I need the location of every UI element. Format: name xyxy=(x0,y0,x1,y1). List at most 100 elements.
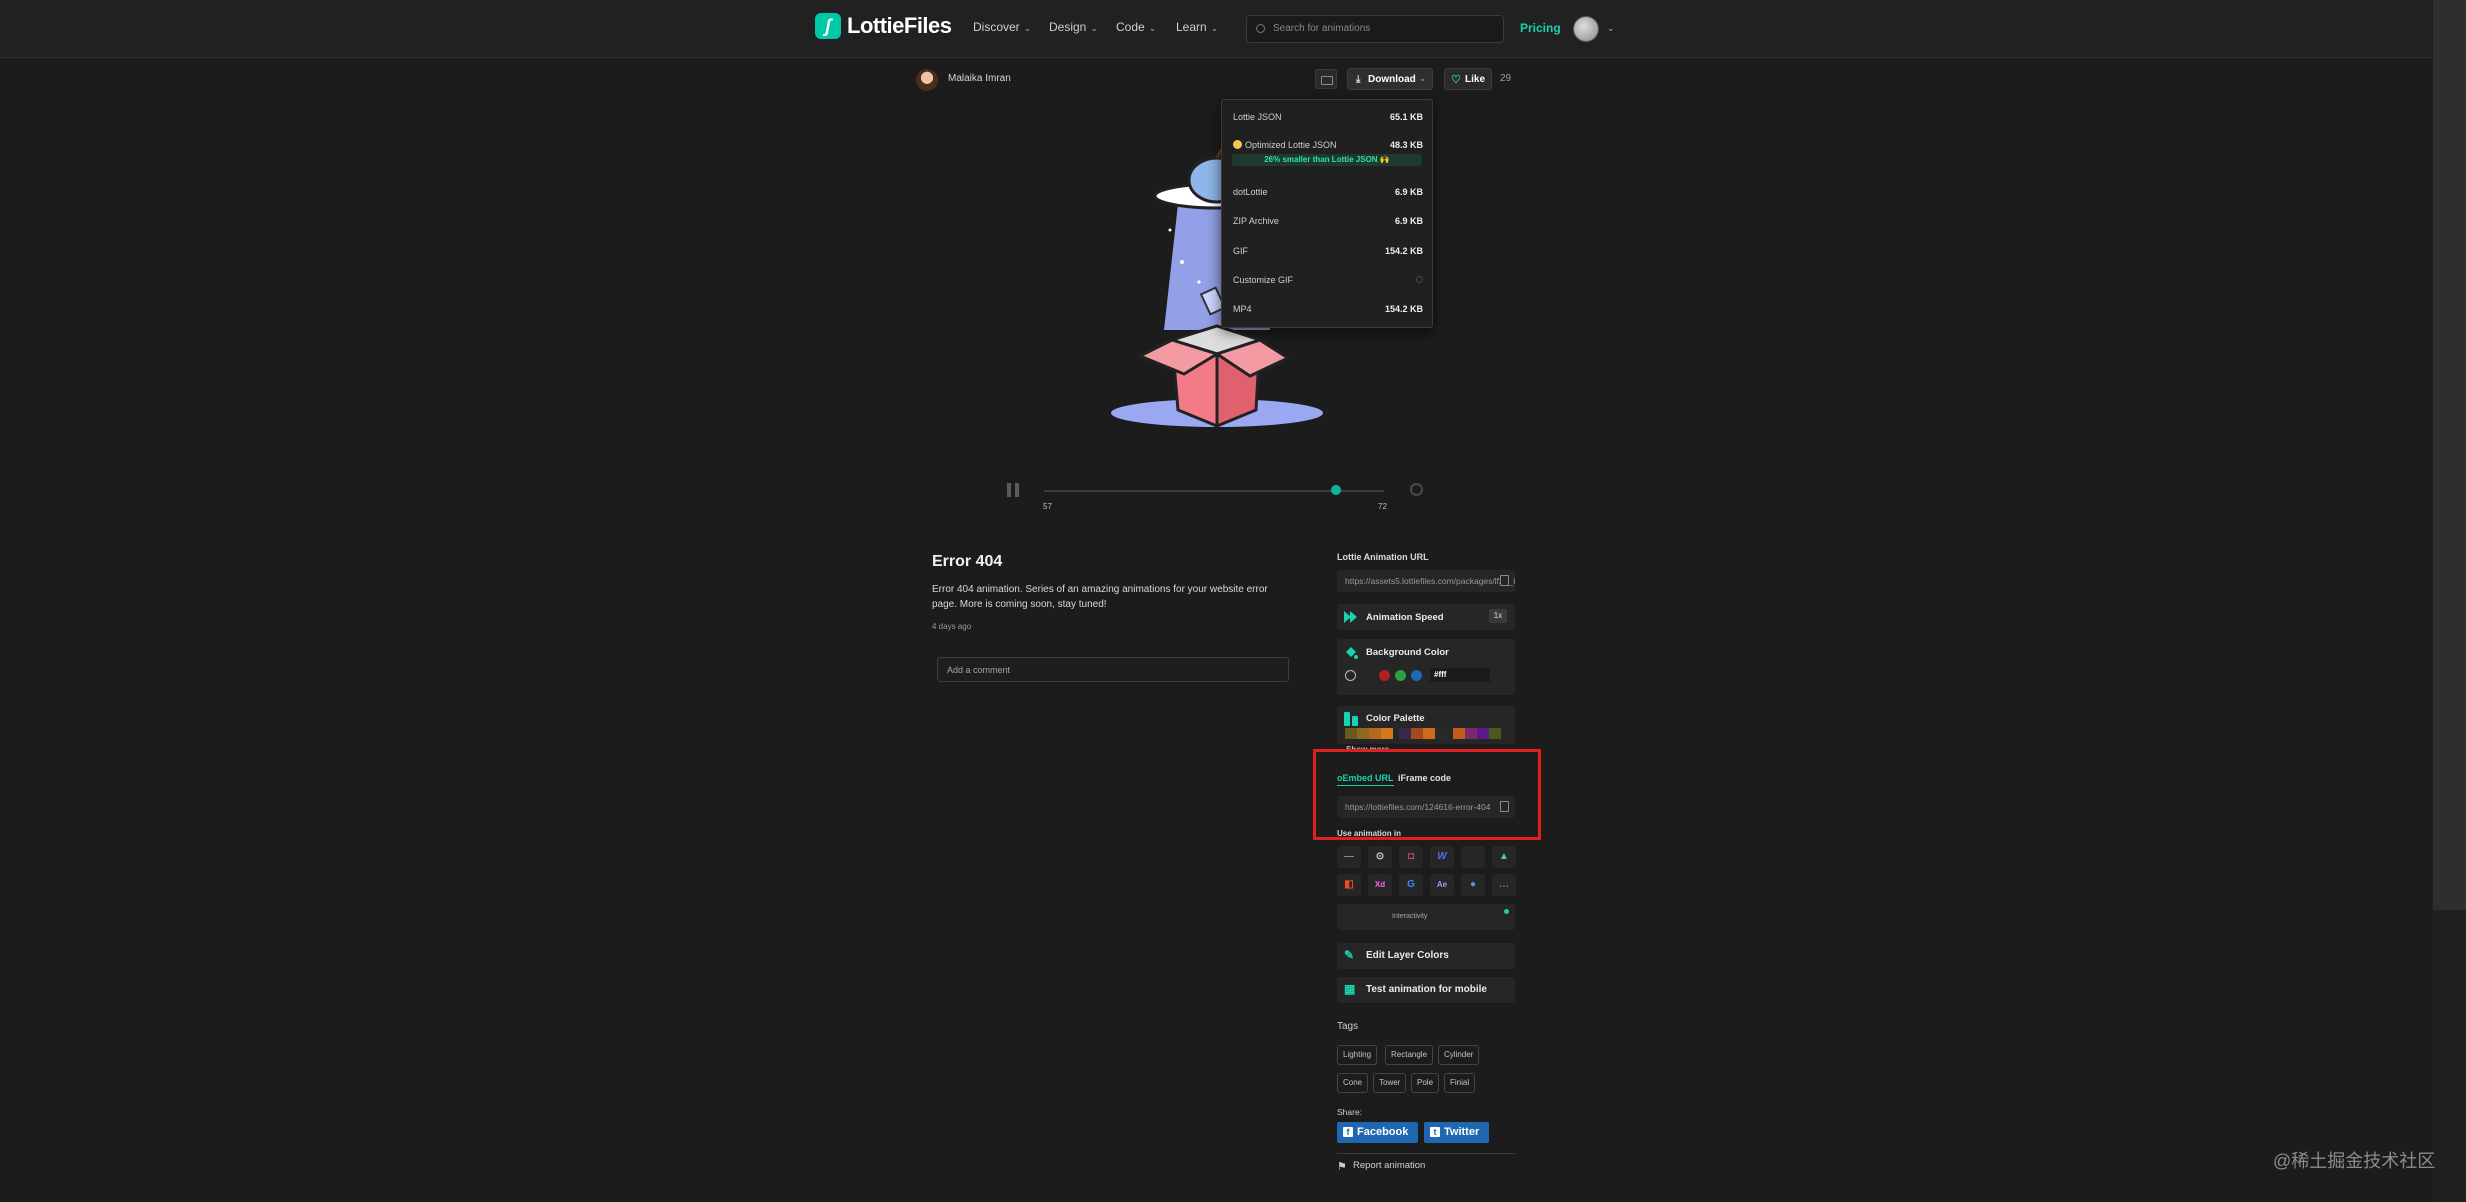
scrollbar-thumb[interactable] xyxy=(2433,0,2466,910)
tag-chip[interactable]: Lighting xyxy=(1337,1045,1378,1065)
hex-color-input[interactable]: #fff xyxy=(1430,668,1490,682)
optimized-savings-note: 26% smaller than Lottie JSON 🙌 xyxy=(1232,154,1422,166)
tag-chip[interactable]: Cylinder xyxy=(1438,1045,1480,1065)
edit-layer-colors-button[interactable]: ✎ Edit Layer Colors xyxy=(1337,943,1515,969)
pricing-link[interactable]: Pricing xyxy=(1520,21,1561,35)
palette-color-swatch[interactable] xyxy=(1453,728,1465,739)
integration-android-icon[interactable]: ▲ xyxy=(1492,846,1516,868)
palette-color-swatch[interactable] xyxy=(1381,728,1393,739)
tag-chip[interactable]: Cone xyxy=(1337,1073,1369,1093)
palette-color-swatch[interactable] xyxy=(1435,728,1447,739)
report-animation-link[interactable]: ⚑ Report animation xyxy=(1337,1160,1425,1173)
use-animation-in-label: Use animation in xyxy=(1337,829,1402,838)
search-input[interactable]: Search for animations xyxy=(1246,15,1504,43)
nav-discover[interactable]: Discover ⌄ xyxy=(973,20,1031,34)
integration-figma-icon[interactable]: ◧ xyxy=(1337,874,1361,896)
palette-icon xyxy=(1344,712,1358,726)
transparent-color-swatch[interactable] xyxy=(1345,670,1356,681)
pause-icon[interactable] xyxy=(1007,483,1019,497)
comment-input[interactable]: Add a comment xyxy=(937,657,1289,682)
speed-icon xyxy=(1344,611,1357,623)
scrubber-handle[interactable] xyxy=(1331,485,1342,495)
tags-label: Tags xyxy=(1337,1021,1359,1032)
posted-time: 4 days ago xyxy=(932,622,972,631)
download-option-customize-gif[interactable]: Customize GIF xyxy=(1233,275,1423,285)
lottie-url-label: Lottie Animation URL xyxy=(1337,552,1429,562)
interactivity-panel[interactable]: Interactivity xyxy=(1337,904,1515,930)
animation-speed-panel[interactable]: Animation Speed 1x xyxy=(1337,604,1515,630)
lottiefiles-logo-icon: ʃ xyxy=(815,13,841,39)
twitter-icon: t xyxy=(1430,1127,1440,1137)
download-option-zip[interactable]: ZIP Archive 6.9 KB xyxy=(1233,216,1423,226)
flag-icon: ⚑ xyxy=(1337,1161,1347,1173)
download-button[interactable]: ⤓ Download ⌄ xyxy=(1347,68,1433,90)
integration-wordpress-icon[interactable]: W xyxy=(1430,846,1454,868)
palette-color-swatch[interactable] xyxy=(1369,728,1381,739)
like-button[interactable]: ♡ Like xyxy=(1444,68,1492,90)
speed-value[interactable]: 1x xyxy=(1489,609,1507,623)
download-option-lottie-json[interactable]: Lottie JSON 65.1 KB xyxy=(1233,112,1423,122)
palette-color-swatch[interactable] xyxy=(1465,728,1477,739)
animation-title: Error 404 xyxy=(932,553,1003,570)
optimized-badge-icon xyxy=(1233,140,1242,149)
palette-color-swatch[interactable] xyxy=(1345,728,1357,739)
author-name[interactable]: Malaika Imran xyxy=(948,73,1011,84)
color-palette-panel: Color Palette xyxy=(1337,706,1515,744)
animation-description: Error 404 animation. Series of an amazin… xyxy=(932,584,1268,610)
color-swatch-red[interactable] xyxy=(1379,670,1390,681)
like-count: 29 xyxy=(1500,73,1512,84)
palette-color-swatch[interactable] xyxy=(1489,728,1501,739)
download-option-gif[interactable]: GIF 154.2 KB xyxy=(1233,246,1423,256)
download-option-dotlottie[interactable]: dotLottie 6.9 KB xyxy=(1233,187,1423,197)
start-frame: 57 xyxy=(1043,502,1052,511)
palette-color-swatch[interactable] xyxy=(1423,728,1435,739)
background-color-panel: Background Color #fff xyxy=(1337,639,1515,695)
more-integrations-icon[interactable]: … xyxy=(1492,874,1516,896)
palette-color-swatch[interactable] xyxy=(1477,728,1489,739)
user-avatar[interactable] xyxy=(1573,16,1599,42)
color-swatch-blue[interactable] xyxy=(1411,670,1422,681)
palette-color-swatch[interactable] xyxy=(1399,728,1411,739)
color-swatch-green[interactable] xyxy=(1395,670,1406,681)
tag-chip[interactable]: Tower xyxy=(1373,1073,1407,1093)
download-option-optimized-json[interactable]: Optimized Lottie JSON 48.3 KB xyxy=(1233,140,1423,150)
tag-chip[interactable]: Finial xyxy=(1444,1073,1476,1093)
author-avatar[interactable] xyxy=(916,69,938,91)
test-on-mobile-button[interactable]: ▦ Test animation for mobile xyxy=(1337,977,1515,1003)
download-option-mp4[interactable]: MP4 154.2 KB xyxy=(1233,304,1423,314)
tag-chip[interactable]: Rectangle xyxy=(1385,1045,1434,1065)
download-dropdown: Lottie JSON 65.1 KB Optimized Lottie JSON… xyxy=(1221,99,1433,328)
watermark: @稀土掘金技术社区 xyxy=(2273,1151,2436,1171)
chevron-down-icon: ⌄ xyxy=(1023,23,1032,33)
integration-after-effects-icon[interactable]: Ae xyxy=(1430,874,1454,896)
nav-code[interactable]: Code ⌄ xyxy=(1116,20,1156,34)
lottie-url-field[interactable]: https://assets5.lottiefiles.com/packages… xyxy=(1337,570,1515,592)
tag-chip[interactable]: Pole xyxy=(1411,1073,1440,1093)
nav-learn[interactable]: Learn ⌄ xyxy=(1176,20,1218,34)
loop-icon[interactable] xyxy=(1410,483,1423,496)
lottiefiles-logo[interactable]: ʃ LottieFiles xyxy=(815,13,952,39)
chevron-down-icon: ⌄ xyxy=(1210,23,1219,33)
integration-generic-icon[interactable]: — xyxy=(1337,846,1361,868)
pencil-icon: ✎ xyxy=(1344,948,1355,962)
integration-framer-icon[interactable]: ◘ xyxy=(1399,846,1423,868)
chevron-down-icon[interactable]: ⌄ xyxy=(1607,23,1615,34)
interactivity-label: Interactivity xyxy=(1392,913,1428,920)
palette-color-swatch[interactable] xyxy=(1411,728,1423,739)
download-icon: ⤓ xyxy=(1356,74,1361,85)
integration-apple-icon[interactable] xyxy=(1461,846,1485,868)
palette-color-swatch[interactable] xyxy=(1357,728,1369,739)
integration-other-icon[interactable]: ● xyxy=(1461,874,1485,896)
loading-icon xyxy=(1416,276,1423,283)
nav-design[interactable]: Design ⌄ xyxy=(1049,20,1098,34)
integration-xd-icon[interactable]: Xd xyxy=(1368,874,1392,896)
copy-icon[interactable] xyxy=(1500,575,1509,586)
integration-google-icon[interactable]: G xyxy=(1399,874,1423,896)
integration-webflow-icon[interactable]: ⊙ xyxy=(1368,846,1392,868)
share-twitter-button[interactable]: t Twitter xyxy=(1424,1122,1489,1143)
share-facebook-button[interactable]: f Facebook xyxy=(1337,1122,1418,1143)
paint-bucket-icon xyxy=(1346,647,1358,659)
save-to-folder-button[interactable] xyxy=(1315,69,1337,89)
heart-icon: ♡ xyxy=(1451,74,1461,86)
new-badge-dot xyxy=(1504,909,1509,914)
